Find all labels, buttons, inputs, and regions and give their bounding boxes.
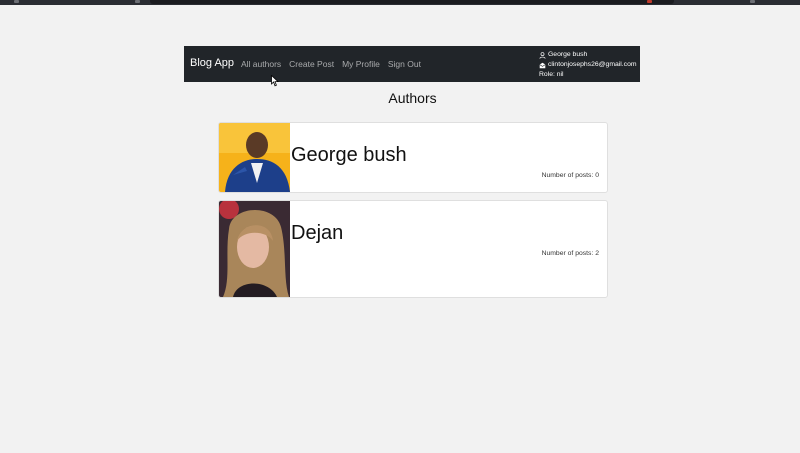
post-count: Number of posts: 2 [541,250,599,257]
mouse-pointer-icon [271,75,280,87]
nav-link-create-post[interactable]: Create Post [289,59,334,69]
author-avatar[interactable] [219,201,290,297]
author-avatar[interactable] [219,123,290,192]
user-email: clintonjosephs26@gmail.com [548,61,637,68]
browser-extension-icon[interactable] [647,0,652,3]
browser-address-bar[interactable] [150,0,674,4]
author-card[interactable]: Dejan Number of posts: 2 [218,200,608,298]
page-title: Authors [388,90,437,106]
nav-links: All authors Create Post My Profile Sign … [241,59,421,69]
user-name-row: George bush [539,50,637,60]
navbar: Blog App All authors Create Post My Prof… [184,46,640,82]
user-info: George bush clintonjosephs26@gmail.com R… [539,50,637,80]
user-role: Role: nil [539,71,564,78]
user-name: George bush [548,51,588,58]
post-count: Number of posts: 0 [541,172,599,179]
user-icon [539,51,546,59]
author-card[interactable]: George bush Number of posts: 0 [218,122,608,193]
envelope-icon [539,62,546,68]
author-name[interactable]: Dejan [291,222,343,245]
user-role-row: Role: nil [539,70,637,80]
brand-link[interactable]: Blog App [190,57,234,69]
nav-link-my-profile[interactable]: My Profile [342,59,380,69]
browser-control-icon[interactable] [135,0,140,3]
browser-menu-icon[interactable] [750,0,755,3]
browser-top-bar [0,0,800,5]
browser-control-icon[interactable] [14,0,19,3]
nav-link-all-authors[interactable]: All authors [241,59,281,69]
user-email-row: clintonjosephs26@gmail.com [539,60,637,70]
author-name[interactable]: George bush [291,144,407,167]
nav-link-sign-out[interactable]: Sign Out [388,59,421,69]
